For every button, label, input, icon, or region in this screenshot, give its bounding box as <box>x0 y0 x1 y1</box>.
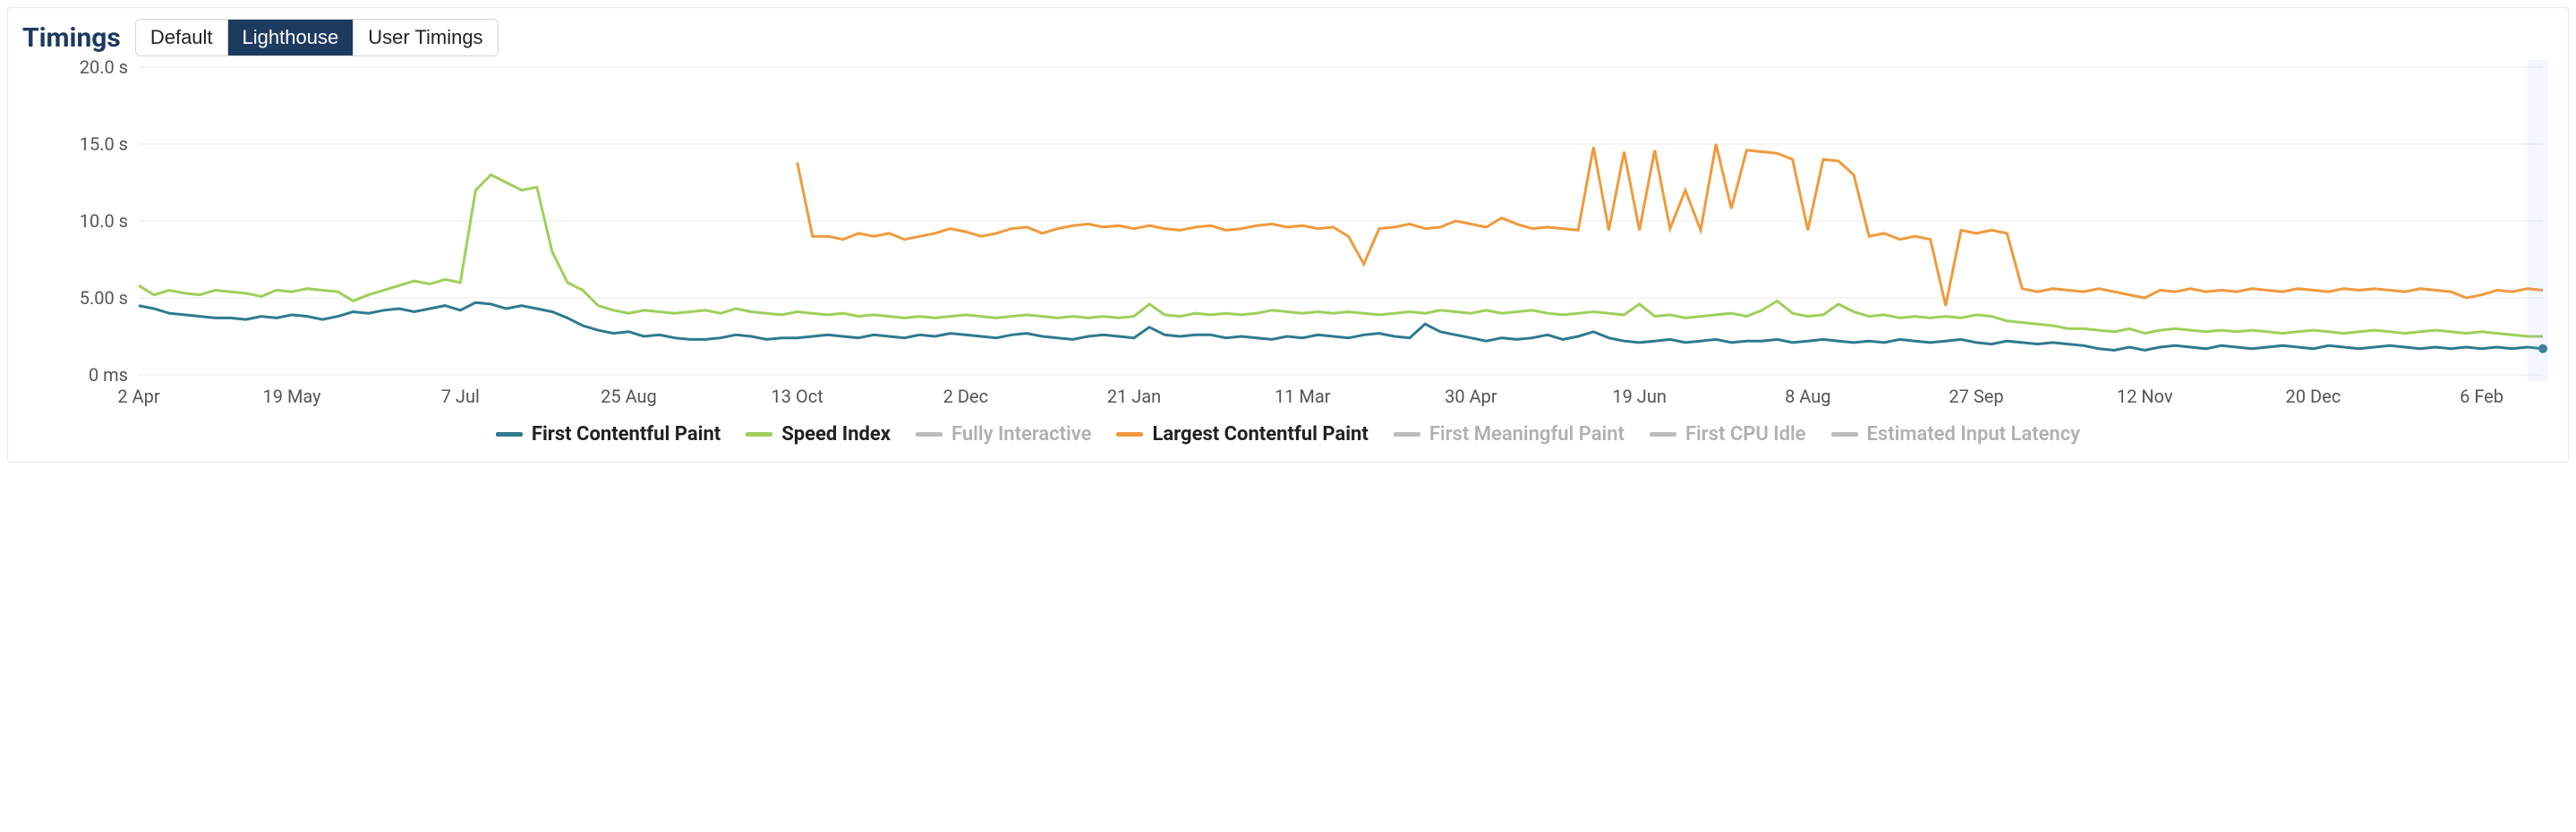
legend-label: Speed Index <box>781 423 891 446</box>
x-tick-label: 21 Jan <box>1107 386 1161 407</box>
chart-svg[interactable] <box>22 60 2554 382</box>
x-tick-label: 19 Jun <box>1612 386 1667 407</box>
legend-item-largest-contentful-paint[interactable]: Largest Contentful Paint <box>1116 423 1368 446</box>
legend-swatch <box>1116 432 1143 437</box>
x-tick-label: 19 May <box>263 386 321 407</box>
legend-item-first-meaningful-paint[interactable]: First Meaningful Paint <box>1394 423 1625 446</box>
x-axis: 2 Apr 19 May 7 Jul 25 Aug 13 Oct 2 Dec 21 Jan 1… <box>22 382 2554 409</box>
tab-user-timings[interactable]: User Timings <box>353 20 497 55</box>
legend: First Contentful Paint Speed Index Fully I… <box>22 423 2554 446</box>
panel-title: Timings <box>22 22 121 54</box>
x-tick-label: 30 Apr <box>1445 386 1497 407</box>
x-tick-label: 27 Sep <box>1949 386 2003 407</box>
series-speed-index[interactable] <box>139 174 2543 336</box>
legend-item-speed-index[interactable]: Speed Index <box>746 423 891 446</box>
x-tick-label: 11 Mar <box>1275 386 1331 407</box>
timings-panel: Timings DefaultLighthouseUser Timings 0 … <box>7 7 2569 463</box>
chart-viewport: 0 ms5.00 s10.0 s15.0 s20.0 s <box>22 60 2554 382</box>
legend-swatch <box>1650 432 1676 437</box>
legend-swatch <box>916 432 943 437</box>
legend-item-estimated-input-latency[interactable]: Estimated Input Latency <box>1831 423 2081 446</box>
series-first-contentful-paint[interactable] <box>139 302 2543 350</box>
legend-label: Fully Interactive <box>951 423 1091 446</box>
legend-swatch <box>746 432 772 437</box>
legend-item-first-cpu-idle[interactable]: First CPU Idle <box>1650 423 1806 446</box>
x-tick-label: 25 Aug <box>601 386 657 407</box>
tab-default[interactable]: Default <box>136 20 227 55</box>
x-tick-label: 7 Jul <box>441 386 480 407</box>
tab-lighthouse[interactable]: Lighthouse <box>227 20 354 55</box>
view-mode-segmented: DefaultLighthouseUser Timings <box>135 19 499 56</box>
legend-swatch <box>1394 432 1420 437</box>
x-tick-label: 20 Dec <box>2286 386 2341 407</box>
x-tick-label: 2 Apr <box>117 386 159 407</box>
series-endpoint-marker <box>2538 344 2547 353</box>
y-tick-label: 10.0 s <box>30 210 128 232</box>
legend-label: First Contentful Paint <box>532 423 721 446</box>
y-tick-label: 5.00 s <box>30 287 128 309</box>
x-tick-label: 2 Dec <box>943 386 988 407</box>
y-tick-label: 15.0 s <box>30 133 128 155</box>
legend-label: Largest Contentful Paint <box>1152 423 1368 446</box>
x-tick-label: 12 Nov <box>2117 386 2173 407</box>
y-tick-label: 20.0 s <box>30 56 128 78</box>
legend-swatch <box>496 432 523 437</box>
legend-swatch <box>1831 432 1858 437</box>
legend-item-first-contentful-paint[interactable]: First Contentful Paint <box>496 423 721 446</box>
legend-label: First Meaningful Paint <box>1429 423 1625 446</box>
legend-label: Estimated Input Latency <box>1867 423 2081 446</box>
series-largest-contentful-paint[interactable] <box>798 144 2543 306</box>
x-tick-label: 13 Oct <box>772 386 823 407</box>
x-tick-label: 6 Feb <box>2460 386 2503 407</box>
x-tick-label: 8 Aug <box>1785 386 1830 407</box>
legend-item-fully-interactive[interactable]: Fully Interactive <box>916 423 1091 446</box>
legend-label: First CPU Idle <box>1685 423 1806 446</box>
